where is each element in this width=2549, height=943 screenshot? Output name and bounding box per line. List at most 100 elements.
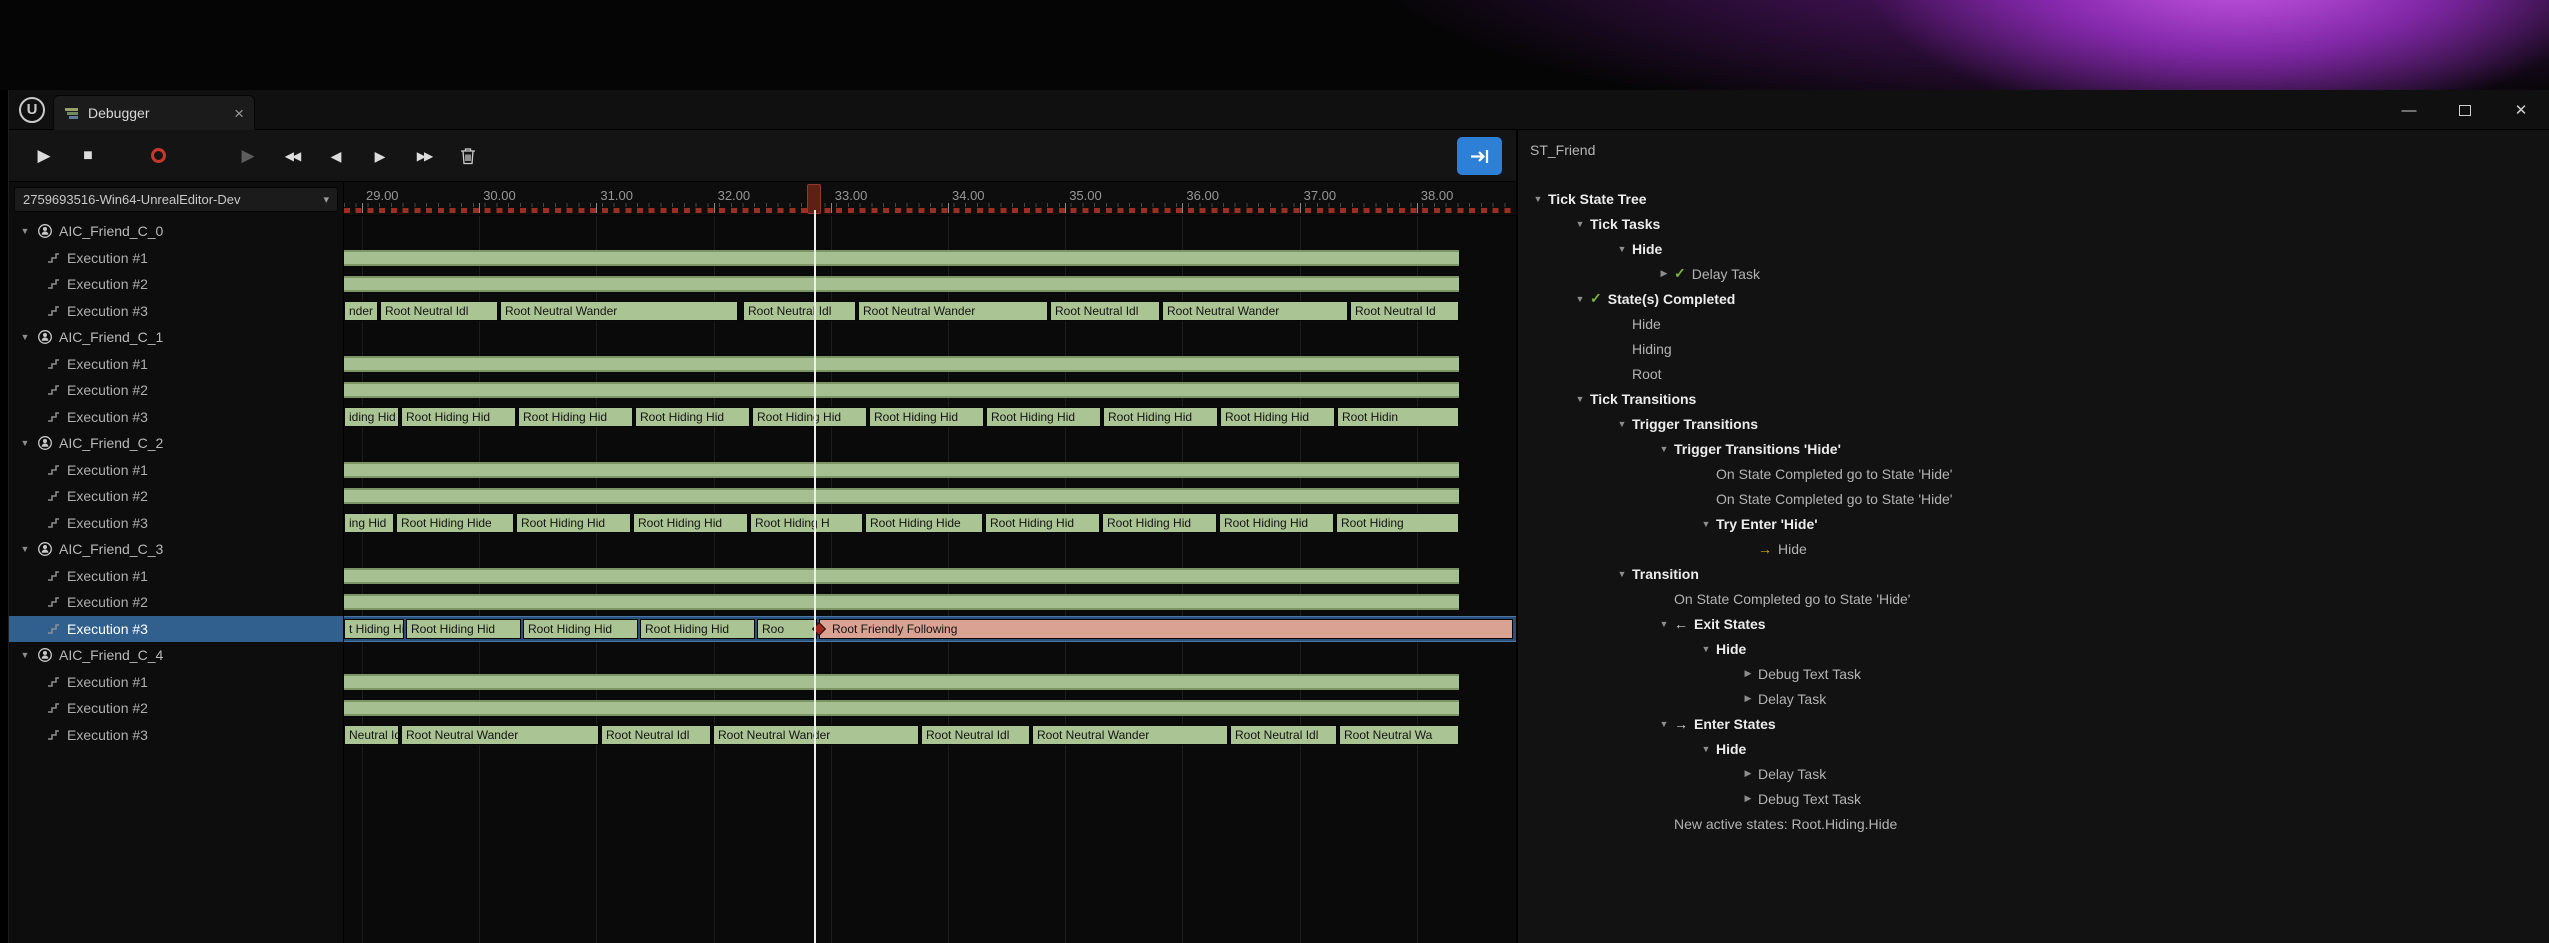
execution-row[interactable]: Execution #2 (9, 377, 343, 404)
state-tree-row[interactable]: New active states: Root.Hiding.Hide (1518, 811, 2549, 836)
step-forward-button[interactable]: ▶ (361, 136, 399, 176)
state-segment[interactable]: Root Hiding Hide (396, 513, 514, 533)
execution-bar[interactable] (344, 488, 1459, 504)
state-tree-row[interactable]: ▶✓Delay Task (1518, 261, 2549, 286)
execution-row[interactable]: Execution #2 (9, 483, 343, 510)
state-tree-row[interactable]: ▼Hide (1518, 636, 2549, 661)
timeline-panel[interactable]: 29.0030.0031.0032.0033.0034.0035.0036.00… (344, 182, 1516, 943)
execution-row[interactable]: Execution #1 (9, 563, 343, 590)
state-segment[interactable]: Root Hiding Hid (401, 407, 516, 427)
maximize-button[interactable] (2437, 90, 2493, 130)
jump-to-latest-button[interactable] (1457, 137, 1502, 175)
execution-row[interactable]: Execution #3 (9, 404, 343, 431)
state-tree-row[interactable]: ▼Trigger Transitions (1518, 411, 2549, 436)
state-tree-row[interactable]: Hide (1518, 311, 2549, 336)
state-segment[interactable]: Root Hiding Hid (869, 407, 984, 427)
state-segment[interactable]: Root Hiding (1336, 513, 1459, 533)
state-segment[interactable]: ing Hid (344, 513, 394, 533)
state-segment[interactable]: Neutral Idl (344, 725, 399, 745)
state-segment[interactable]: Root Neutral Idl (601, 725, 711, 745)
state-segment[interactable]: Root Hiding H (750, 513, 863, 533)
state-tree-row[interactable]: On State Completed go to State 'Hide' (1518, 461, 2549, 486)
expander-open-icon[interactable]: ▼ (1528, 194, 1548, 204)
state-segment[interactable]: Root Neutral Wander (500, 301, 738, 321)
expander-closed-icon[interactable]: ▶ (1738, 768, 1758, 779)
state-tree-row[interactable]: ▼Tick State Tree (1518, 186, 2549, 211)
state-tree-row[interactable]: ▼Trigger Transitions 'Hide' (1518, 436, 2549, 461)
state-segment[interactable]: Root Neutral Idl (1230, 725, 1337, 745)
state-segment[interactable]: Root Hiding Hid (1219, 513, 1334, 533)
state-segment[interactable]: Root Hiding Hid (518, 407, 633, 427)
state-tree-row[interactable]: ▼✓State(s) Completed (1518, 286, 2549, 311)
execution-bar[interactable] (344, 382, 1459, 398)
state-tree-row[interactable]: Root (1518, 361, 2549, 386)
expander-open-icon[interactable]: ▼ (1570, 294, 1590, 304)
expander-open-icon[interactable]: ▼ (1696, 644, 1716, 654)
expander-open-icon[interactable]: ▼ (1654, 444, 1674, 454)
state-segment[interactable]: Root Hiding Hid (406, 619, 521, 639)
state-segment[interactable]: Root Hiding Hid (752, 407, 867, 427)
tab-close-icon[interactable]: × (234, 105, 244, 122)
execution-row[interactable]: Execution #1 (9, 457, 343, 484)
state-segment[interactable]: Root Neutral Id (1350, 301, 1459, 321)
resume-playback-button[interactable]: ▶ (229, 136, 267, 176)
state-segment[interactable]: Roo (757, 619, 817, 639)
close-button[interactable]: ✕ (2493, 90, 2549, 130)
expander-open-icon[interactable]: ▼ (19, 332, 31, 342)
state-tree-row[interactable]: ▶Debug Text Task (1518, 786, 2549, 811)
state-segment[interactable]: Root Hiding Hid (1102, 513, 1217, 533)
execution-bar[interactable] (344, 462, 1459, 478)
state-segment[interactable]: t Hiding Hid (344, 619, 404, 639)
expander-closed-icon[interactable]: ▶ (1738, 668, 1758, 679)
state-segment[interactable]: Root Neutral Idl (743, 301, 856, 321)
execution-row[interactable]: Execution #2 (9, 271, 343, 298)
state-segment[interactable]: Root Neutral Wander (858, 301, 1048, 321)
execution-row[interactable]: Execution #2 (9, 589, 343, 616)
state-tree-row[interactable]: ▶Delay Task (1518, 686, 2549, 711)
expander-open-icon[interactable]: ▼ (1654, 619, 1674, 629)
execution-row[interactable]: Execution #1 (9, 669, 343, 696)
state-tree-row[interactable]: ▼Hide (1518, 236, 2549, 261)
tab-debugger[interactable]: Debugger × (53, 95, 255, 130)
state-tree-row[interactable]: ▶Debug Text Task (1518, 661, 2549, 686)
step-back-button[interactable]: ◀ (317, 136, 355, 176)
playhead-line[interactable] (814, 210, 816, 943)
expander-open-icon[interactable]: ▼ (19, 544, 31, 554)
execution-row[interactable]: Execution #3 (9, 298, 343, 325)
execution-row[interactable]: Execution #3 (9, 722, 343, 749)
expander-open-icon[interactable]: ▼ (1696, 744, 1716, 754)
clear-button[interactable] (449, 136, 487, 176)
state-segment[interactable]: Root Neutral Wander (1032, 725, 1228, 745)
session-dropdown[interactable]: 2759693516-Win64-UnrealEditor-Dev ▾ (14, 187, 338, 212)
state-segment[interactable]: Root Hiding Hide (865, 513, 983, 533)
state-segment[interactable]: Root Hiding Hid (1220, 407, 1335, 427)
expander-open-icon[interactable]: ▼ (1612, 419, 1632, 429)
expander-open-icon[interactable]: ▼ (1612, 244, 1632, 254)
execution-bar[interactable] (344, 250, 1459, 266)
state-segment[interactable]: Root Friendly Following (819, 619, 1513, 639)
execution-row[interactable]: Execution #2 (9, 695, 343, 722)
execution-row[interactable]: Execution #1 (9, 245, 343, 272)
state-tree-row[interactable]: ▼Tick Transitions (1518, 386, 2549, 411)
execution-bar[interactable] (344, 594, 1459, 610)
state-segment[interactable]: Root Hiding Hid (986, 407, 1101, 427)
state-tree-row[interactable]: Hiding (1518, 336, 2549, 361)
minimize-button[interactable]: — (2381, 90, 2437, 130)
execution-row[interactable]: Execution #3 (9, 510, 343, 537)
instance-row[interactable]: ▼AIC_Friend_C_3 (9, 536, 343, 563)
expander-open-icon[interactable]: ▼ (19, 438, 31, 448)
state-segment[interactable]: Root Neutral Wander (713, 725, 919, 745)
state-tree-row[interactable]: ▼Try Enter 'Hide' (1518, 511, 2549, 536)
execution-bar[interactable] (344, 276, 1459, 292)
state-segment[interactable]: Root Hiding Hid (523, 619, 638, 639)
state-segment[interactable]: Root Neutral Wa (1339, 725, 1459, 745)
expander-open-icon[interactable]: ▼ (1612, 569, 1632, 579)
state-tree-row[interactable]: ▼Transition (1518, 561, 2549, 586)
expander-open-icon[interactable]: ▼ (1654, 719, 1674, 729)
expander-open-icon[interactable]: ▼ (1696, 519, 1716, 529)
execution-bar[interactable] (344, 700, 1459, 716)
state-segment[interactable]: Root Neutral Idl (1050, 301, 1160, 321)
instance-row[interactable]: ▼AIC_Friend_C_2 (9, 430, 343, 457)
state-segment[interactable]: Root Hiding Hid (633, 513, 748, 533)
state-tree-row[interactable]: ▶Delay Task (1518, 761, 2549, 786)
